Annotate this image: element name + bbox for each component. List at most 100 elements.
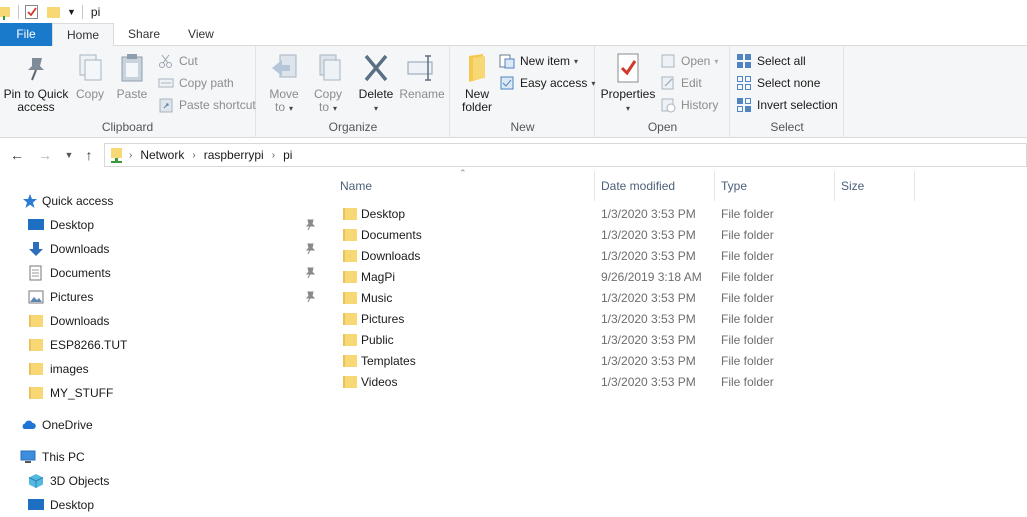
- new-folder-qat-icon[interactable]: [47, 5, 61, 19]
- table-row[interactable]: Desktop 1/3/2020 3:53 PM File folder: [322, 204, 1027, 225]
- forward-button[interactable]: →: [36, 146, 54, 164]
- folder-icon: [29, 339, 43, 351]
- open-icon: [661, 54, 675, 68]
- select-all-button[interactable]: Select all: [736, 51, 806, 71]
- nav-item-documents[interactable]: Documents: [28, 261, 111, 285]
- nav-item-pc-desktop[interactable]: Desktop: [28, 493, 94, 517]
- copy-path-button[interactable]: Copy path: [158, 73, 234, 93]
- file-type: File folder: [721, 354, 774, 368]
- new-item-button[interactable]: New item ▾: [499, 51, 578, 71]
- edit-icon: [661, 76, 674, 90]
- table-row[interactable]: MagPi 9/26/2019 3:18 AM File folder: [322, 267, 1027, 288]
- easy-access-caret-icon: ▾: [591, 78, 596, 88]
- documents-icon: [29, 265, 42, 281]
- pin-label: Pin to Quick access: [3, 87, 69, 114]
- table-row[interactable]: Pictures 1/3/2020 3:53 PM File folder: [322, 309, 1027, 330]
- tab-share[interactable]: Share: [114, 23, 174, 46]
- delete-button[interactable]: Delete ▾: [355, 52, 397, 115]
- tab-view[interactable]: View: [174, 23, 228, 46]
- star-icon: [23, 194, 37, 208]
- table-row[interactable]: Templates 1/3/2020 3:53 PM File folder: [322, 351, 1027, 372]
- up-button[interactable]: ↑: [80, 146, 98, 164]
- file-date-modified: 1/3/2020 3:53 PM: [601, 375, 696, 389]
- breadcrumb-chevron-icon: ›: [271, 149, 276, 161]
- clipboard-group-label: Clipboard: [101, 120, 154, 134]
- nav-label: Desktop: [50, 218, 95, 232]
- select-none-button[interactable]: Select none: [736, 73, 820, 93]
- column-header-size[interactable]: Size: [835, 171, 915, 201]
- table-row[interactable]: Videos 1/3/2020 3:53 PM File folder: [322, 372, 1027, 393]
- desktop-icon: [28, 499, 44, 510]
- title-bar: ▼ pi: [0, 0, 1027, 23]
- file-name: Documents: [361, 228, 422, 242]
- window-title: pi: [90, 4, 101, 19]
- pin-icon[interactable]: [304, 291, 316, 303]
- cut-button[interactable]: Cut: [158, 51, 198, 71]
- breadcrumb-network[interactable]: Network: [140, 148, 184, 162]
- nav-item-images[interactable]: images: [28, 357, 89, 381]
- pin-to-quick-access-button[interactable]: Pin to Quick access: [2, 52, 70, 114]
- pin-icon[interactable]: [304, 219, 316, 231]
- file-date-modified: 9/26/2019 3:18 AM: [601, 270, 702, 284]
- nav-quick-access[interactable]: Quick access: [22, 189, 113, 213]
- copy-button[interactable]: Copy: [70, 52, 110, 101]
- table-row[interactable]: Documents 1/3/2020 3:53 PM File folder: [322, 225, 1027, 246]
- paste-label: Paste: [116, 87, 148, 101]
- file-name: Templates: [361, 354, 416, 368]
- nav-item-esp8266[interactable]: ESP8266.TUT: [28, 333, 127, 357]
- nav-item-desktop[interactable]: Desktop: [28, 213, 94, 237]
- customize-qat-chevron-icon[interactable]: ▼: [67, 7, 76, 17]
- history-button[interactable]: History: [660, 95, 718, 115]
- pin-icon[interactable]: [304, 267, 316, 279]
- properties-qat-icon[interactable]: [25, 4, 39, 20]
- tab-home[interactable]: Home: [52, 23, 115, 47]
- select-none-icon: [737, 76, 751, 90]
- table-row[interactable]: Music 1/3/2020 3:53 PM File folder: [322, 288, 1027, 309]
- tab-file[interactable]: File: [0, 23, 52, 46]
- edit-button[interactable]: Edit: [660, 73, 702, 93]
- delete-caret-icon: ▾: [373, 104, 378, 113]
- breadcrumb-raspberrypi[interactable]: raspberrypi: [204, 148, 264, 162]
- breadcrumb-pi[interactable]: pi: [283, 148, 292, 162]
- back-button[interactable]: ←: [8, 146, 26, 164]
- folder-icon: [29, 363, 43, 375]
- copy-to-button[interactable]: Copy to ▾: [307, 52, 349, 115]
- copy-to-label: Copy to: [313, 87, 342, 114]
- nav-item-downloads-folder[interactable]: Downloads: [28, 309, 109, 333]
- move-to-button[interactable]: Move to ▾: [263, 52, 305, 115]
- nav-item-pictures[interactable]: Pictures: [28, 285, 93, 309]
- properties-button[interactable]: Properties ▾: [598, 52, 658, 115]
- nav-onedrive[interactable]: OneDrive: [20, 413, 93, 437]
- column-header-type[interactable]: Type: [715, 171, 835, 201]
- address-bar[interactable]: › Network › raspberrypi › pi: [104, 143, 1027, 167]
- new-group: New folder New item ▾ Easy access ▾ New: [451, 46, 595, 138]
- folder-icon: [343, 229, 357, 241]
- nav-item-my-stuff[interactable]: MY_STUFF: [28, 381, 113, 405]
- nav-label: Quick access: [42, 194, 114, 208]
- easy-access-button[interactable]: Easy access ▾: [499, 73, 595, 93]
- paste-icon: [121, 54, 143, 82]
- open-button[interactable]: Open ▾: [660, 51, 718, 71]
- nav-item-downloads[interactable]: Downloads: [28, 237, 109, 261]
- paste-button[interactable]: Paste: [112, 52, 152, 101]
- pin-icon[interactable]: [304, 243, 316, 255]
- file-name: Pictures: [361, 312, 405, 326]
- table-row[interactable]: Public 1/3/2020 3:53 PM File folder: [322, 330, 1027, 351]
- new-item-caret-icon: ▾: [574, 56, 579, 66]
- file-type: File folder: [721, 207, 774, 221]
- nav-label: This PC: [42, 450, 85, 464]
- paste-shortcut-button[interactable]: Paste shortcut: [158, 95, 256, 115]
- table-row[interactable]: Downloads 1/3/2020 3:53 PM File folder: [322, 246, 1027, 267]
- nav-item-3d-objects[interactable]: 3D Objects: [28, 469, 109, 493]
- clipboard-group: Pin to Quick access Copy Paste Cut Copy …: [0, 46, 256, 138]
- invert-selection-button[interactable]: Invert selection: [736, 95, 838, 115]
- recent-locations-chevron-icon[interactable]: ▼: [60, 146, 78, 164]
- file-name: Music: [361, 291, 393, 305]
- cut-label: Cut: [179, 54, 198, 68]
- file-date-modified: 1/3/2020 3:53 PM: [601, 354, 696, 368]
- column-header-date[interactable]: Date modified: [595, 171, 715, 201]
- nav-this-pc[interactable]: This PC: [20, 445, 85, 469]
- new-folder-button[interactable]: New folder: [455, 52, 499, 114]
- column-header-name[interactable]: Name: [334, 171, 595, 201]
- rename-button[interactable]: Rename: [399, 52, 445, 101]
